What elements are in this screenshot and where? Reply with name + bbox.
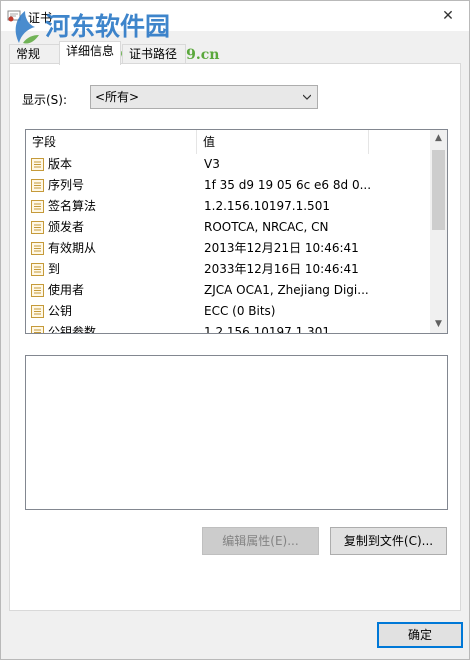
tab-certification-path[interactable]: 证书路径: [122, 44, 186, 64]
list-header: 字段 值: [26, 130, 430, 154]
field-value: ECC (0 Bits): [204, 304, 276, 318]
list-item[interactable]: 公钥 ECC (0 Bits): [26, 301, 430, 322]
scroll-down-icon[interactable]: ▼: [430, 316, 447, 333]
details-panel: 显示(S): <所有> 字段 值 版本 V3 序列号 1f 35 d9 19 0…: [9, 63, 461, 611]
scroll-thumb[interactable]: [432, 150, 445, 230]
title-bar: 证书 ✕: [1, 1, 469, 31]
field-name: 有效期从: [48, 241, 97, 255]
field-name: 公钥参数: [48, 325, 97, 334]
show-label: 显示(S):: [22, 93, 68, 107]
window-title: 证书: [28, 11, 53, 25]
list-item[interactable]: 颁发者 ROOTCA, NRCAC, CN: [26, 217, 430, 238]
certificate-window: 证书 ✕ 河东软件园 www.pc0359.cn 常规 详细信息 证书路径 显示…: [0, 0, 470, 660]
field-value: 1.2.156.10197.1.301: [204, 325, 330, 334]
field-name: 到: [48, 262, 61, 276]
field-name: 公钥: [48, 304, 73, 318]
copy-to-file-button[interactable]: 复制到文件(C)...: [330, 527, 447, 555]
document-icon: [31, 305, 44, 318]
chevron-down-icon: [303, 94, 311, 100]
tab-details[interactable]: 详细信息: [59, 41, 121, 65]
field-value: 1f 35 d9 19 05 6c e6 8d 0...: [204, 178, 372, 192]
field-value: 1.2.156.10197.1.501: [204, 199, 330, 213]
field-name: 版本: [48, 157, 73, 171]
document-icon: [31, 284, 44, 297]
column-header-field[interactable]: 字段: [26, 130, 197, 154]
close-button[interactable]: ✕: [435, 5, 461, 27]
field-value: 2033年12月16日 10:46:41: [204, 262, 359, 276]
show-select[interactable]: <所有>: [90, 85, 318, 109]
scroll-up-icon[interactable]: ▲: [430, 130, 447, 147]
list-item[interactable]: 使用者 ZJCA OCA1, Zhejiang Digi...: [26, 280, 430, 301]
field-value: 2013年12月21日 10:46:41: [204, 241, 359, 255]
document-icon: [31, 263, 44, 276]
tab-general[interactable]: 常规: [9, 44, 61, 64]
field-value: ROOTCA, NRCAC, CN: [204, 220, 329, 234]
ok-button[interactable]: 确定: [377, 622, 463, 648]
list-item[interactable]: 有效期从 2013年12月21日 10:46:41: [26, 238, 430, 259]
edit-properties-button[interactable]: 编辑属性(E)...: [202, 527, 319, 555]
document-icon: [31, 200, 44, 213]
field-name: 使用者: [48, 283, 85, 297]
field-value: ZJCA OCA1, Zhejiang Digi...: [204, 283, 369, 297]
vertical-scrollbar[interactable]: ▲ ▼: [430, 130, 447, 333]
close-icon: ✕: [442, 8, 454, 24]
document-icon: [31, 326, 44, 333]
list-item[interactable]: 到 2033年12月16日 10:46:41: [26, 259, 430, 280]
column-header-value[interactable]: 值: [197, 130, 369, 154]
field-value: V3: [204, 157, 220, 171]
document-icon: [31, 158, 44, 171]
list-item[interactable]: 序列号 1f 35 d9 19 05 6c e6 8d 0...: [26, 175, 430, 196]
field-detail-textbox[interactable]: [25, 355, 448, 510]
list-item[interactable]: 版本 V3: [26, 154, 430, 175]
document-icon: [31, 221, 44, 234]
field-list: 字段 值 版本 V3 序列号 1f 35 d9 19 05 6c e6 8d 0…: [25, 129, 448, 334]
document-icon: [31, 179, 44, 192]
field-name: 序列号: [48, 178, 85, 192]
field-name: 签名算法: [48, 199, 97, 213]
list-item[interactable]: 公钥参数 1.2.156.10197.1.301: [26, 322, 430, 334]
certificate-icon: [7, 10, 21, 22]
field-name: 颁发者: [48, 220, 85, 234]
show-select-value: <所有>: [95, 90, 140, 104]
document-icon: [31, 242, 44, 255]
list-rows: 版本 V3 序列号 1f 35 d9 19 05 6c e6 8d 0... 签…: [26, 154, 430, 334]
list-item[interactable]: 签名算法 1.2.156.10197.1.501: [26, 196, 430, 217]
